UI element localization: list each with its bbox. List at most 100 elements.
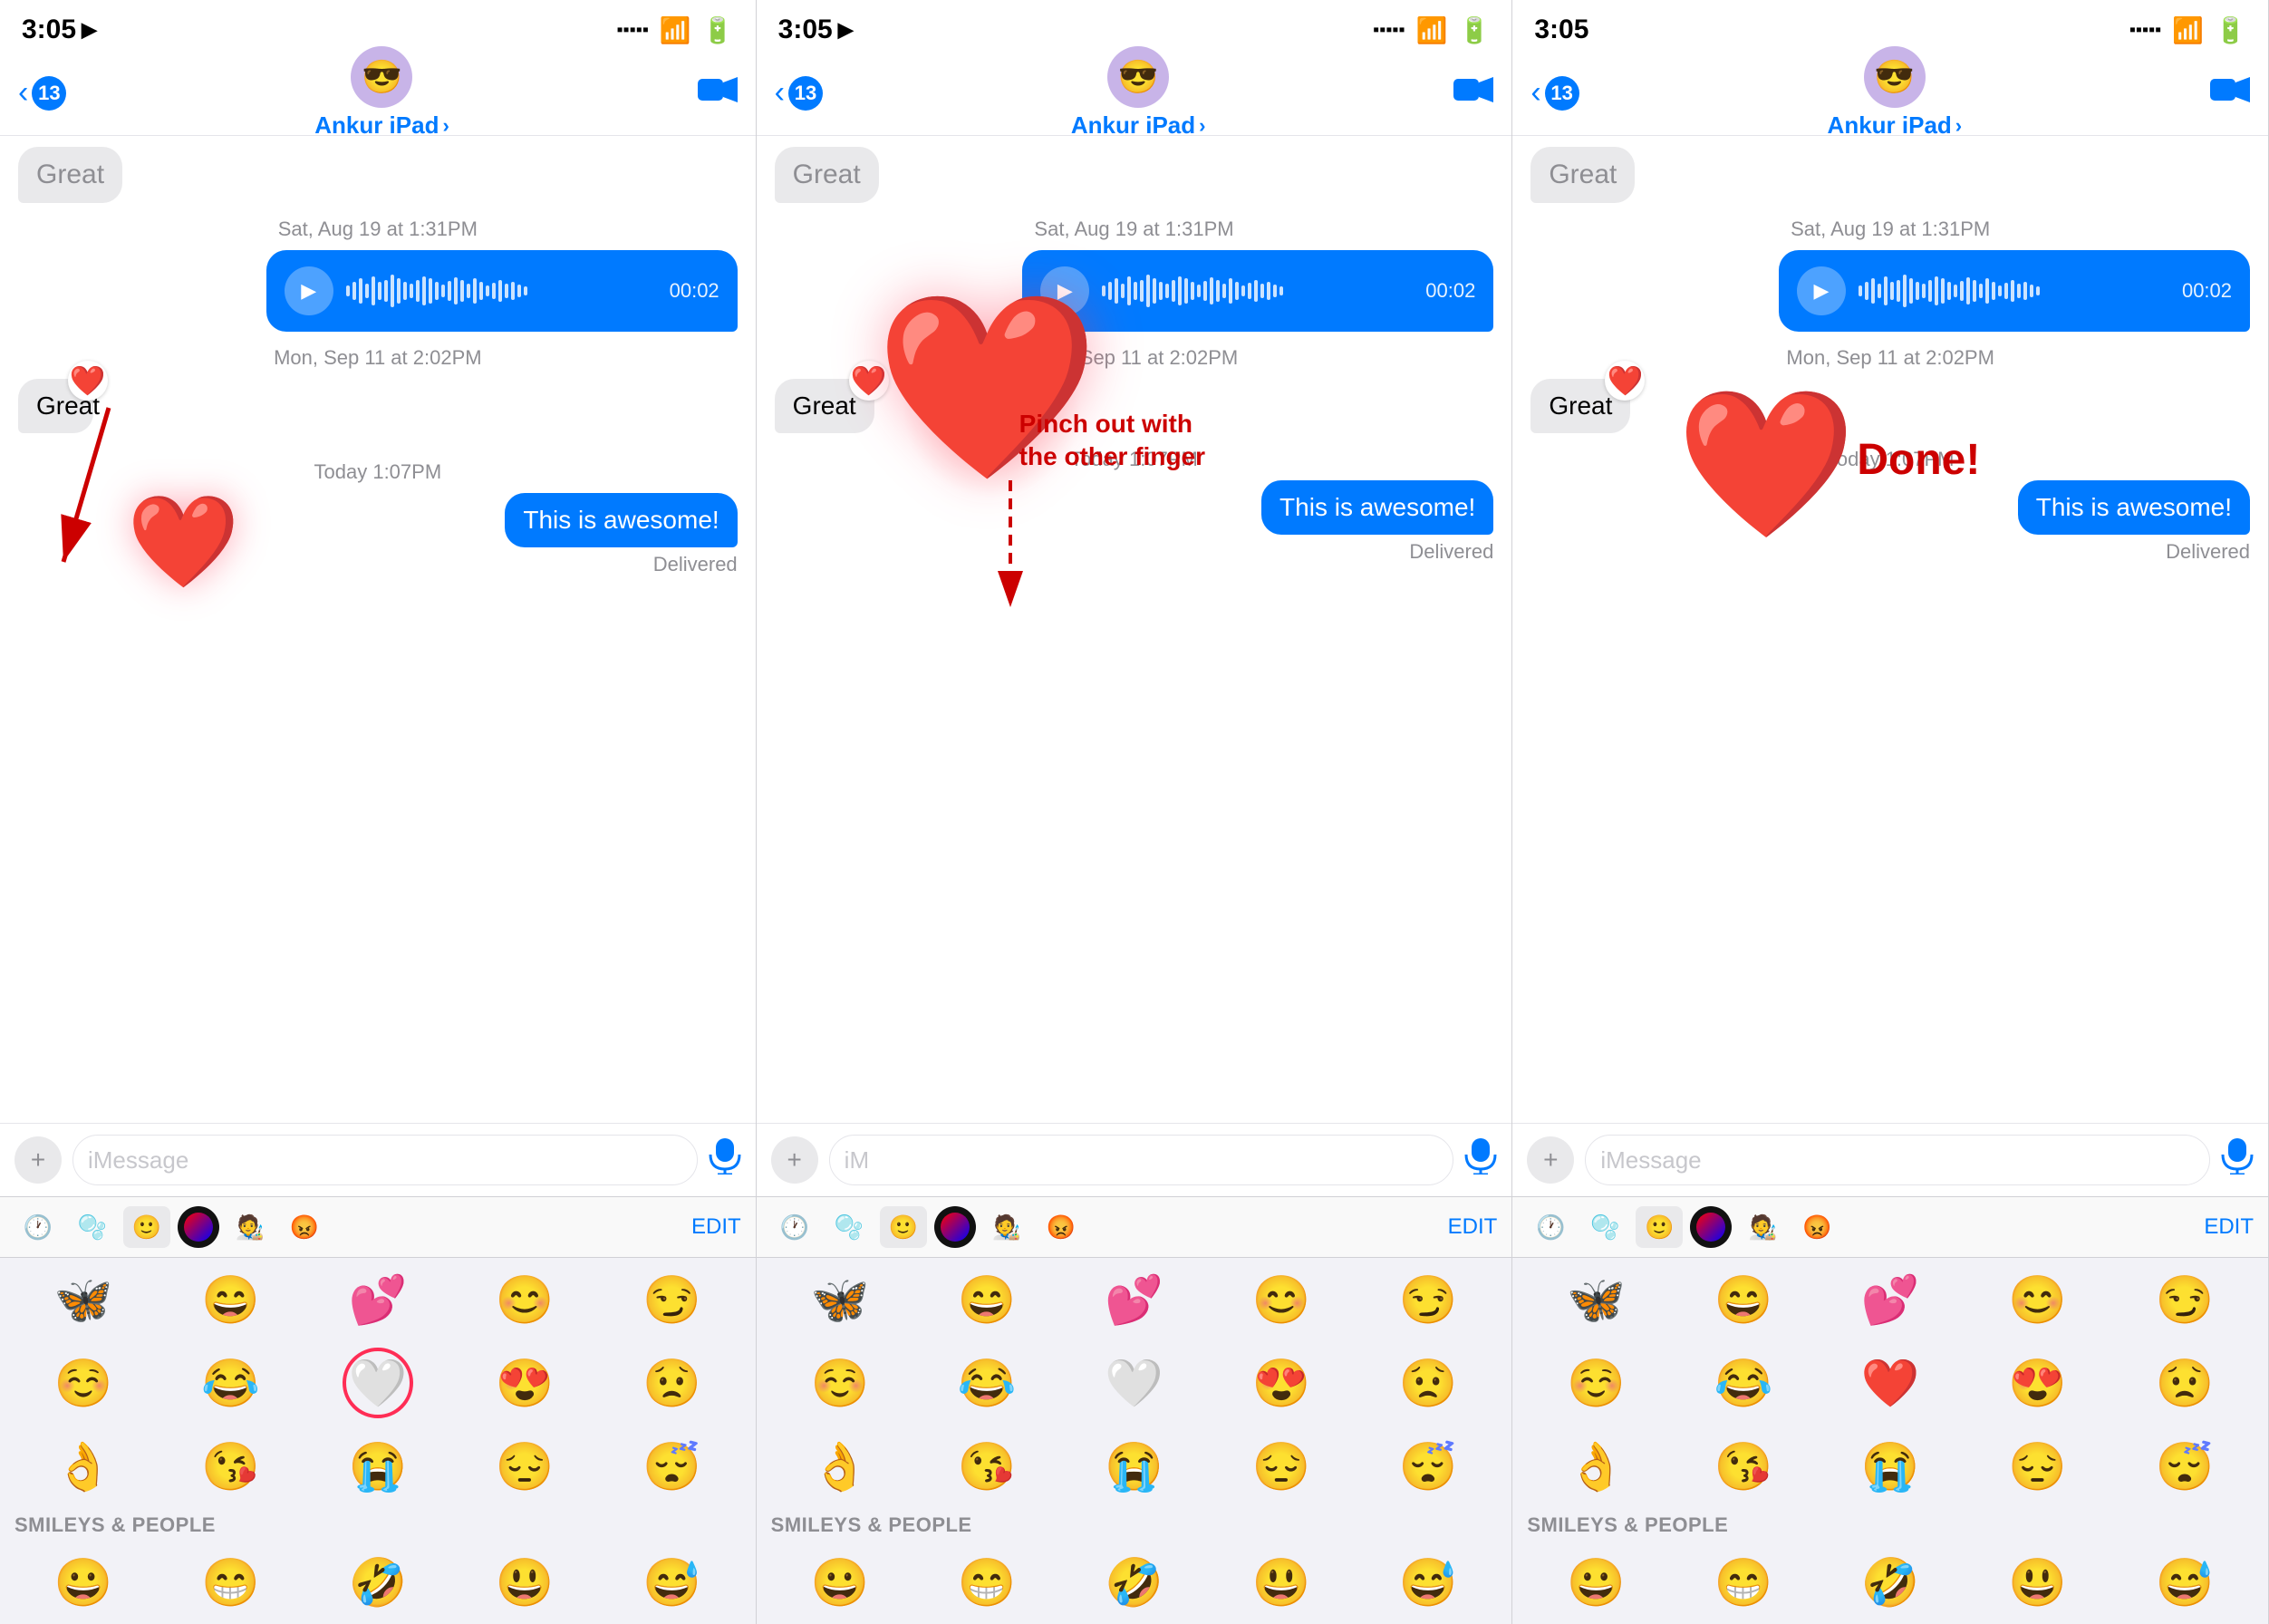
- back-button-1[interactable]: ‹ 13: [18, 75, 66, 111]
- emoji-smile-2[interactable]: 😊: [1211, 1267, 1352, 1332]
- emoji-extra2-1[interactable]: 😁: [159, 1550, 301, 1615]
- edit-button-2[interactable]: EDIT: [1448, 1214, 1498, 1240]
- smiley-tab-1[interactable]: 🙂: [123, 1206, 170, 1248]
- emoji-hearts-2[interactable]: 💕: [1063, 1267, 1204, 1332]
- emoji-ok-2[interactable]: 👌: [769, 1434, 911, 1499]
- imessage-input-3[interactable]: iMessage: [1585, 1135, 2210, 1185]
- recents-tab-2[interactable]: 🕐: [771, 1206, 818, 1248]
- emoji-grin-3[interactable]: 😄: [1673, 1267, 1814, 1332]
- emoji-laugh-3[interactable]: 😂: [1673, 1350, 1814, 1416]
- emoji-kiss-3[interactable]: 😘: [1673, 1434, 1814, 1499]
- emoji-smile-3[interactable]: 😊: [1966, 1267, 2108, 1332]
- emoji-ok-1[interactable]: 👌: [13, 1434, 154, 1499]
- emoji-hearteyes-1[interactable]: 😍: [454, 1350, 595, 1416]
- face-tab-2[interactable]: 😡: [1038, 1206, 1085, 1248]
- mic-button-2[interactable]: [1464, 1138, 1497, 1182]
- emoji-smirk-3[interactable]: 😏: [2114, 1267, 2255, 1332]
- emoji-hearts-3[interactable]: 💕: [1820, 1267, 1961, 1332]
- emoji-extra5-1[interactable]: 😅: [601, 1550, 742, 1615]
- avatar-2[interactable]: 😎: [1107, 46, 1169, 108]
- emoji-worried-2[interactable]: 😟: [1357, 1350, 1499, 1416]
- emoji-extra4-2[interactable]: 😃: [1211, 1550, 1352, 1615]
- emoji-cry-2[interactable]: 😭: [1063, 1434, 1204, 1499]
- person-tab-1[interactable]: 🧑‍🎨: [227, 1206, 274, 1248]
- emoji-sleep-1[interactable]: 😴: [601, 1434, 742, 1499]
- emoji-butterfly-3[interactable]: 🦋: [1525, 1267, 1666, 1332]
- emoji-laugh-1[interactable]: 😂: [159, 1350, 301, 1416]
- record-tab-2[interactable]: [934, 1206, 976, 1248]
- avatar-3[interactable]: 😎: [1864, 46, 1926, 108]
- emoji-smirk-2[interactable]: 😏: [1357, 1267, 1499, 1332]
- emoji-kiss-1[interactable]: 😘: [159, 1434, 301, 1499]
- recents-tab-1[interactable]: 🕐: [14, 1206, 62, 1248]
- video-button-2[interactable]: [1453, 74, 1493, 112]
- emoji-grin-1[interactable]: 😄: [159, 1267, 301, 1332]
- imessage-input-1[interactable]: iMessage: [72, 1135, 698, 1185]
- plus-button-2[interactable]: +: [771, 1136, 818, 1184]
- audio-bubble-1[interactable]: ▶ 00:02: [266, 250, 738, 332]
- emoji-extra4-1[interactable]: 😃: [454, 1550, 595, 1615]
- emoji-worried-1[interactable]: 😟: [601, 1350, 742, 1416]
- emoji-hearteyes-2[interactable]: 😍: [1211, 1350, 1352, 1416]
- emoji-smirk-1[interactable]: 😏: [601, 1267, 742, 1332]
- emoji-grin-2[interactable]: 😄: [916, 1267, 1057, 1332]
- plus-button-1[interactable]: +: [14, 1136, 62, 1184]
- emoji-hearteyes-3[interactable]: 😍: [1966, 1350, 2108, 1416]
- record-tab-3[interactable]: [1690, 1206, 1732, 1248]
- audio-msg-3[interactable]: ▶ 00:02: [1530, 250, 2250, 332]
- emoji-extra2-2[interactable]: 😁: [916, 1550, 1057, 1615]
- emoji-extra3-2[interactable]: 🤣: [1063, 1550, 1204, 1615]
- emoji-sleep-2[interactable]: 😴: [1357, 1434, 1499, 1499]
- sticker-tab-1[interactable]: 🫧: [69, 1206, 116, 1248]
- emoji-extra2-3[interactable]: 😁: [1673, 1550, 1814, 1615]
- sticker-tab-2[interactable]: 🫧: [826, 1206, 873, 1248]
- mic-button-1[interactable]: [709, 1138, 741, 1182]
- sticker-tab-3[interactable]: 🫧: [1581, 1206, 1628, 1248]
- emoji-sad-3[interactable]: 😔: [1966, 1434, 2108, 1499]
- emoji-extra4-3[interactable]: 😃: [1966, 1550, 2108, 1615]
- person-tab-2[interactable]: 🧑‍🎨: [983, 1206, 1030, 1248]
- smiley-tab-2[interactable]: 🙂: [880, 1206, 927, 1248]
- person-tab-3[interactable]: 🧑‍🎨: [1739, 1206, 1786, 1248]
- emoji-cry-3[interactable]: 😭: [1820, 1434, 1961, 1499]
- face-tab-3[interactable]: 😡: [1793, 1206, 1840, 1248]
- emoji-extra3-3[interactable]: 🤣: [1820, 1550, 1961, 1615]
- emoji-redheart-3[interactable]: ❤️: [1820, 1350, 1961, 1416]
- audio-bubble-3[interactable]: ▶ 00:02: [1779, 250, 2250, 332]
- edit-button-1[interactable]: EDIT: [691, 1214, 741, 1240]
- emoji-kiss-2[interactable]: 😘: [916, 1434, 1057, 1499]
- emoji-extra3-1[interactable]: 🤣: [307, 1550, 449, 1615]
- emoji-extra1-1[interactable]: 😀: [13, 1550, 154, 1615]
- emoji-whiteheart-2[interactable]: 🤍: [1063, 1350, 1204, 1416]
- emoji-ok-3[interactable]: 👌: [1525, 1434, 1666, 1499]
- avatar-1[interactable]: 😎: [351, 46, 412, 108]
- emoji-butterfly-2[interactable]: 🦋: [769, 1267, 911, 1332]
- audio-msg-1[interactable]: ▶ 00:02: [18, 250, 738, 332]
- mic-button-3[interactable]: [2221, 1138, 2254, 1182]
- back-button-3[interactable]: ‹ 13: [1530, 75, 1579, 111]
- recents-tab-3[interactable]: 🕐: [1527, 1206, 1574, 1248]
- face-tab-1[interactable]: 😡: [281, 1206, 328, 1248]
- emoji-extra1-2[interactable]: 😀: [769, 1550, 911, 1615]
- emoji-extra5-2[interactable]: 😅: [1357, 1550, 1499, 1615]
- emoji-hearts-1[interactable]: 💕: [307, 1267, 449, 1332]
- emoji-whiteheart-1[interactable]: 🤍: [307, 1350, 449, 1416]
- emoji-extra1-3[interactable]: 😀: [1525, 1550, 1666, 1615]
- plus-button-3[interactable]: +: [1527, 1136, 1574, 1184]
- emoji-blush-1[interactable]: ☺️: [13, 1350, 154, 1416]
- emoji-smile-1[interactable]: 😊: [454, 1267, 595, 1332]
- emoji-butterfly-1[interactable]: 🦋: [13, 1267, 154, 1332]
- imessage-input-2[interactable]: iM: [829, 1135, 1454, 1185]
- smiley-tab-3[interactable]: 🙂: [1636, 1206, 1683, 1248]
- emoji-extra5-3[interactable]: 😅: [2114, 1550, 2255, 1615]
- emoji-sad-1[interactable]: 😔: [454, 1434, 595, 1499]
- record-tab-1[interactable]: [178, 1206, 219, 1248]
- emoji-worried-3[interactable]: 😟: [2114, 1350, 2255, 1416]
- play-button-3[interactable]: ▶: [1797, 266, 1846, 315]
- video-button-3[interactable]: [2210, 74, 2250, 112]
- back-button-2[interactable]: ‹ 13: [775, 75, 823, 111]
- edit-button-3[interactable]: EDIT: [2204, 1214, 2254, 1240]
- video-button-1[interactable]: [698, 74, 738, 112]
- emoji-sad-2[interactable]: 😔: [1211, 1434, 1352, 1499]
- emoji-cry-1[interactable]: 😭: [307, 1434, 449, 1499]
